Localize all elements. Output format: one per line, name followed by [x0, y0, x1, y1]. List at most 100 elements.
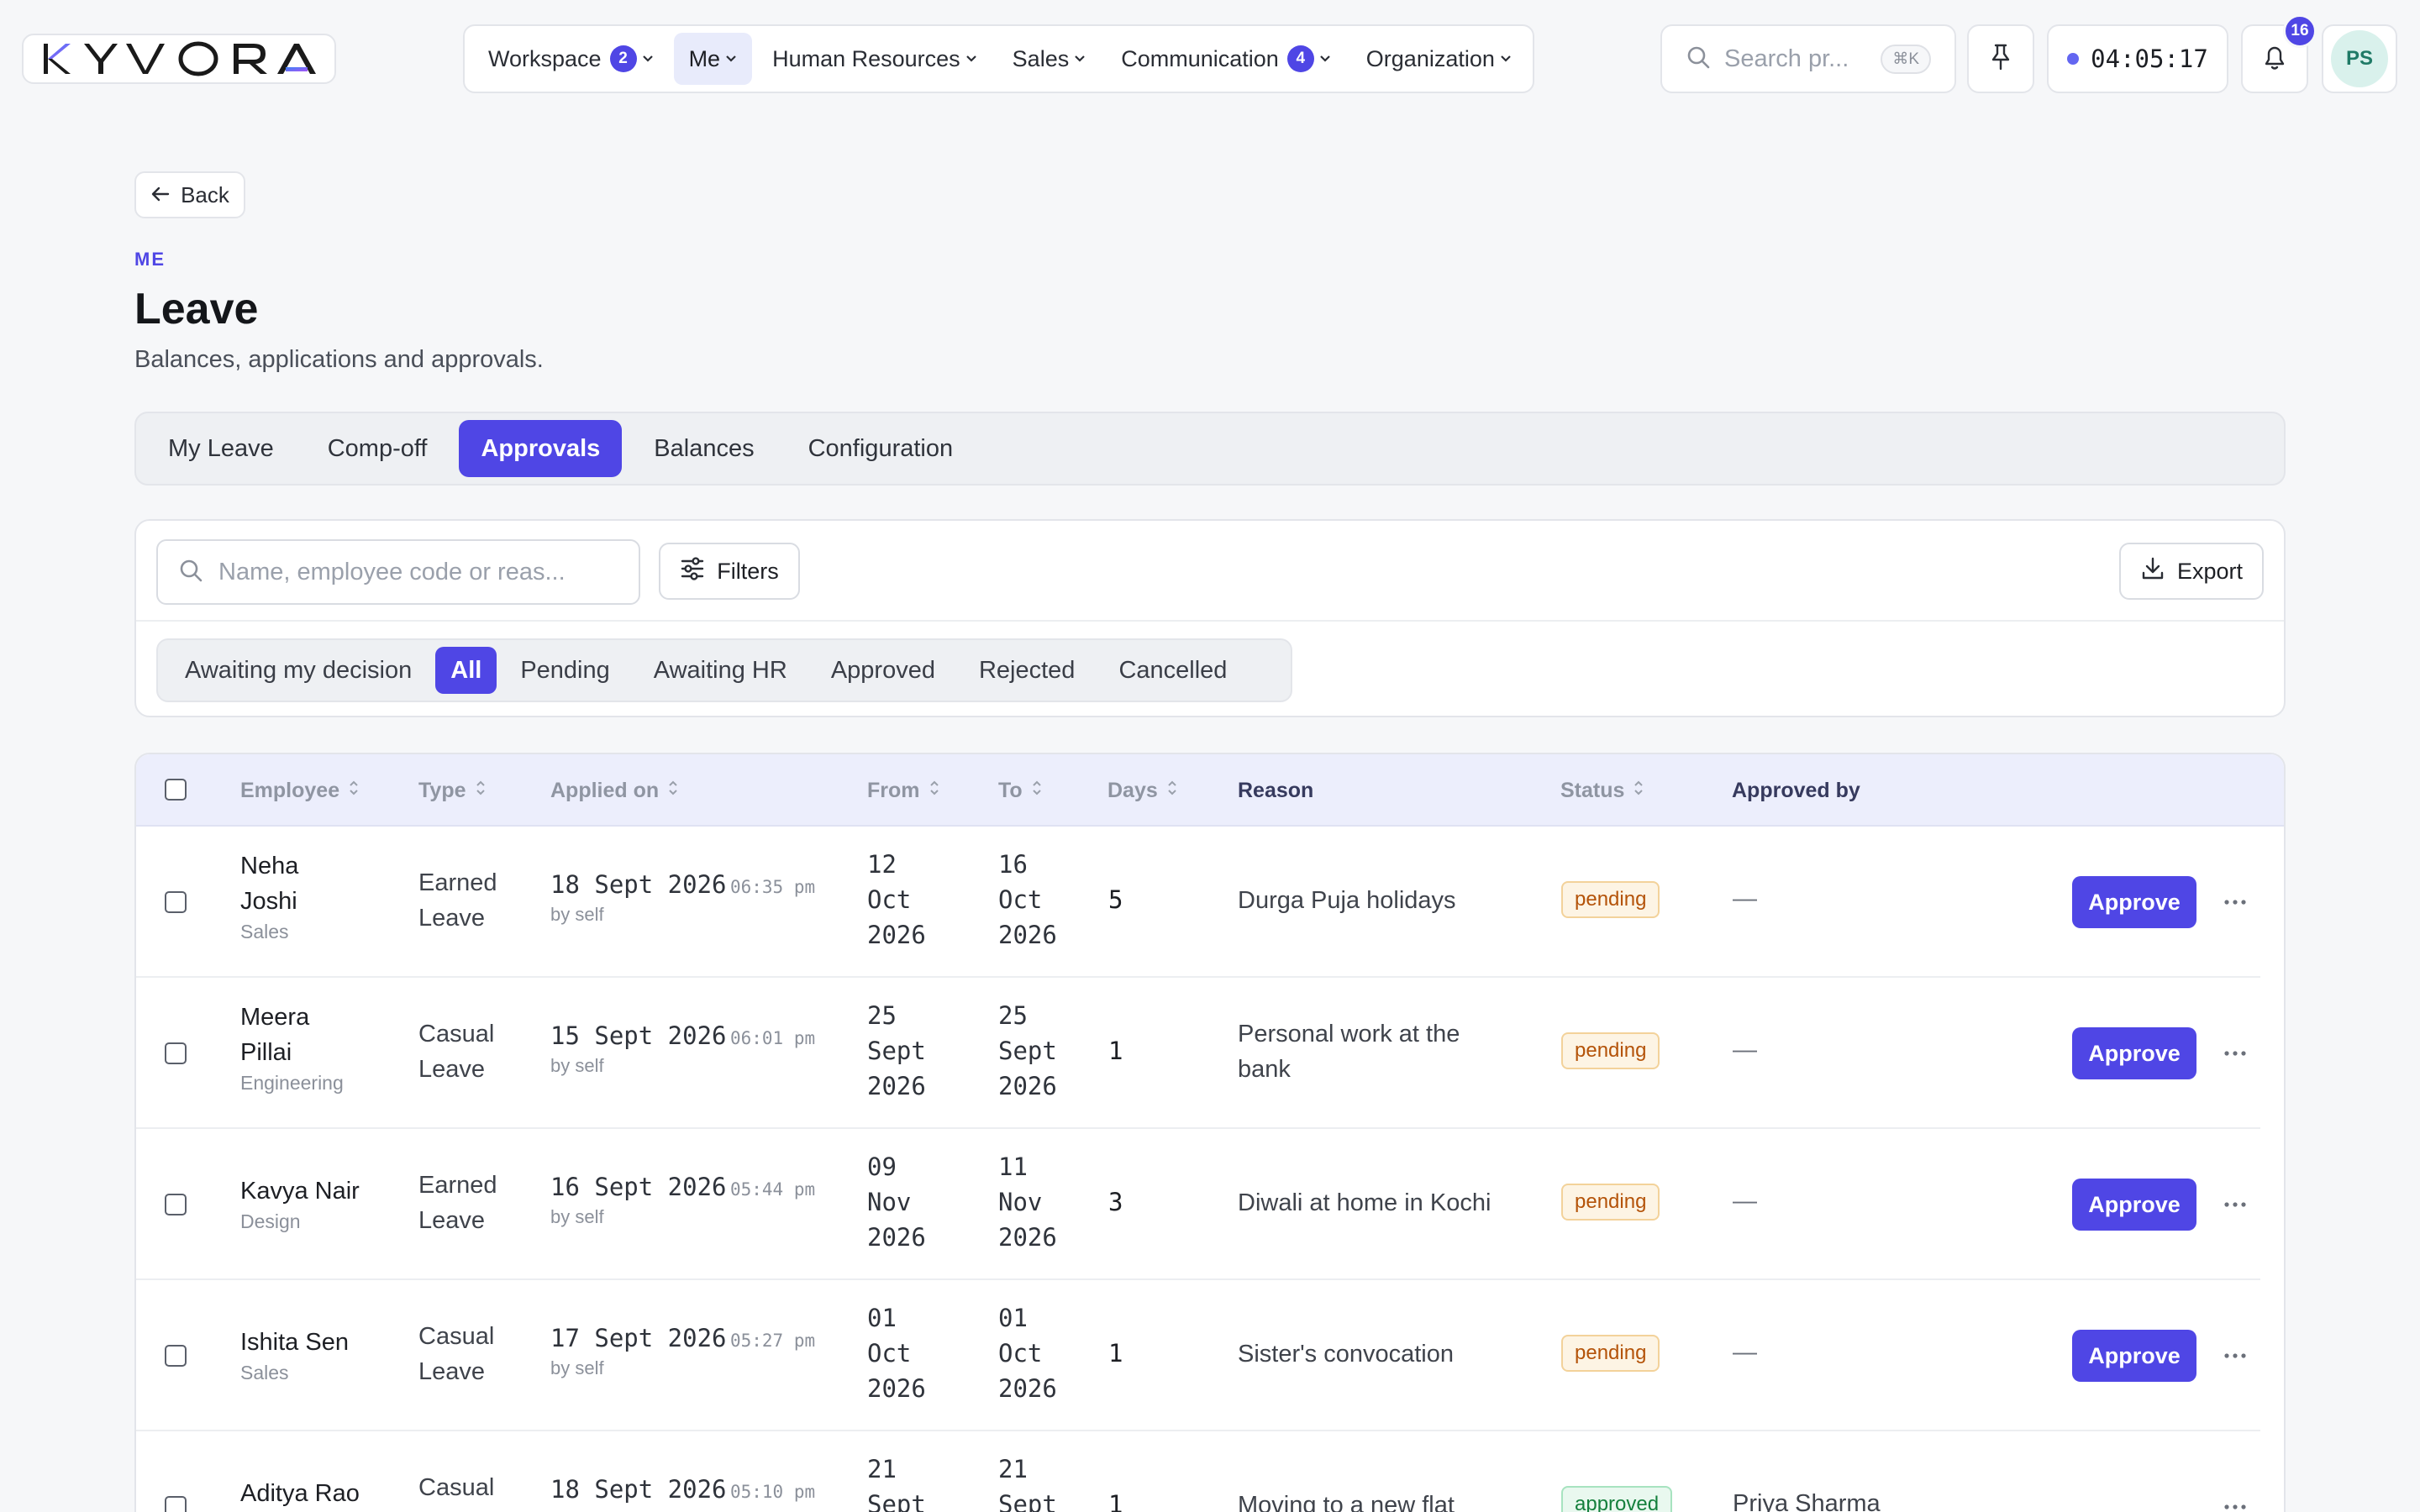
column-header-to[interactable]: To [998, 754, 1043, 827]
notifications-button[interactable]: 16 [2241, 14, 2317, 93]
approved-by: — [1733, 1188, 1757, 1215]
nav-item-sales[interactable]: Sales [997, 33, 1102, 85]
from-day: 01 [867, 1304, 897, 1332]
from-day: 21 [867, 1455, 897, 1483]
column-header-employee[interactable]: Employee [240, 754, 360, 827]
tab-balances[interactable]: Balances [632, 420, 776, 477]
approvals-search-input[interactable]: Name, employee code or reas... [156, 539, 640, 605]
more-actions-icon[interactable] [2218, 885, 2252, 919]
segment-cancelled[interactable]: Cancelled [1098, 647, 1247, 694]
tab-configuration[interactable]: Configuration [786, 420, 976, 477]
nav-item-me[interactable]: Me [673, 33, 753, 85]
nav-item-communication[interactable]: Communication 4 [1106, 33, 1346, 85]
row-checkbox[interactable] [165, 1042, 187, 1064]
employee-department: Design [240, 1210, 301, 1232]
page-title: Leave [134, 285, 259, 333]
from-day: 12 [867, 850, 897, 879]
table-row[interactable]: Neha Joshi Sales Earned Leave 18 Sept 20… [136, 827, 2260, 978]
row-checkbox[interactable] [165, 891, 187, 913]
days-count: 5 [1108, 885, 1123, 914]
table-row[interactable]: Meera Pillai Engineering Casual Leave 15… [136, 978, 2260, 1129]
row-checkbox[interactable] [165, 1194, 187, 1215]
from-date-cell: 21 Sept [867, 1452, 926, 1512]
leave-type: Casual [418, 1323, 495, 1350]
approve-button[interactable]: Approve [2072, 1330, 2196, 1382]
to-date-cell: 11 Nov 2026 [998, 1149, 1057, 1255]
table-header: Employee Type Applied on From To Days Re… [136, 754, 2284, 827]
column-header-days[interactable]: Days [1107, 754, 1178, 827]
from-year: 2026 [867, 1374, 926, 1403]
column-header-status[interactable]: Status [1560, 754, 1644, 827]
applied-date: 18 Sept 2026 [550, 870, 727, 899]
column-header-type[interactable]: Type [418, 754, 487, 827]
nav-item-workspace[interactable]: Workspace 2 [473, 33, 669, 85]
column-header-applied-on[interactable]: Applied on [550, 754, 679, 827]
export-button[interactable]: Export [2119, 543, 2264, 600]
to-year: 2026 [998, 1223, 1057, 1252]
page-subtitle: Balances, applications and approvals. [134, 346, 544, 373]
approved-by: — [1733, 1037, 1757, 1063]
employee-cell: Kavya Nair Design [240, 1173, 360, 1234]
approve-button[interactable]: Approve [2072, 1027, 2196, 1079]
filters-button[interactable]: Filters [659, 543, 800, 600]
table-row[interactable]: Ishita Sen Sales Casual Leave 17 Sept 20… [136, 1280, 2260, 1431]
nav-item-human-resources[interactable]: Human Resources [757, 33, 992, 85]
tab-approvals[interactable]: Approvals [459, 420, 623, 477]
table-row[interactable]: Aditya Rao Casual 18 Sept 2026 05:10 pm … [136, 1431, 2260, 1512]
brand-logo[interactable]: KYVORA [22, 34, 336, 84]
back-button[interactable]: Back [134, 171, 245, 218]
more-actions-icon[interactable] [2218, 1037, 2252, 1070]
chevron-down-icon [642, 55, 654, 63]
sort-icon [929, 779, 940, 803]
applied-by: by self [550, 1206, 604, 1227]
to-month: Oct [998, 1339, 1043, 1368]
segment-rejected[interactable]: Rejected [959, 647, 1095, 694]
from-month: Sept [867, 1490, 926, 1512]
nav-label: Workspace [488, 45, 602, 71]
applied-date: 18 Sept 2026 [550, 1475, 727, 1504]
chevron-down-icon [1074, 55, 1086, 63]
column-header-from[interactable]: From [867, 754, 940, 827]
leave-tabs: My Leave Comp-off Approvals Balances Con… [134, 412, 2286, 486]
type-cell: Casual Leave [418, 1319, 494, 1389]
reason-text: Durga Puja holidays [1238, 887, 1456, 914]
approve-button[interactable]: Approve [2072, 1179, 2196, 1231]
type-cell: Casual Leave [418, 1016, 494, 1087]
more-actions-icon[interactable] [2218, 1339, 2252, 1373]
table-row[interactable]: Kavya Nair Design Earned Leave 16 Sept 2… [136, 1129, 2260, 1280]
global-search[interactable]: Search pr... ⌘K [1660, 24, 1956, 93]
chevron-down-icon [965, 55, 977, 63]
attendance-timer[interactable]: 04:05:17 [2047, 24, 2228, 93]
sort-icon [1166, 779, 1178, 803]
divider [136, 620, 2284, 622]
segment-approved[interactable]: Approved [811, 647, 955, 694]
from-month: Sept [867, 1037, 926, 1065]
segment-awaiting-hr[interactable]: Awaiting HR [634, 647, 808, 694]
to-date-cell: 01 Oct 2026 [998, 1300, 1057, 1406]
approve-button[interactable]: Approve [2072, 876, 2196, 928]
from-year: 2026 [867, 921, 926, 949]
tab-my-leave[interactable]: My Leave [146, 420, 296, 477]
leave-type: Leave [418, 1056, 486, 1083]
select-all-checkbox[interactable] [165, 779, 187, 801]
applied-time: 05:27 pm [729, 1331, 816, 1351]
row-checkbox[interactable] [165, 1496, 187, 1512]
segment-all[interactable]: All [435, 647, 497, 694]
more-actions-icon[interactable] [2218, 1188, 2252, 1221]
notification-count-badge: 16 [2283, 14, 2317, 48]
user-menu-button[interactable]: PS [2322, 24, 2397, 93]
tab-comp-off[interactable]: Comp-off [306, 420, 450, 477]
to-date-cell: 16 Oct 2026 [998, 847, 1057, 953]
segment-awaiting-my-decision[interactable]: Awaiting my decision [165, 647, 432, 694]
applied-date: 17 Sept 2026 [550, 1324, 727, 1352]
leave-type: Casual [418, 1474, 495, 1501]
nav-item-organization[interactable]: Organization [1351, 33, 1527, 85]
applied-on-cell: 18 Sept 2026 05:10 pm [550, 1475, 815, 1504]
employee-cell: Neha Joshi Sales [240, 848, 298, 944]
row-checkbox[interactable] [165, 1345, 187, 1367]
more-actions-icon[interactable] [2218, 1490, 2252, 1512]
column-header-reason: Reason [1238, 754, 1313, 827]
pin-button[interactable] [1967, 24, 2034, 93]
segment-pending[interactable]: Pending [500, 647, 629, 694]
employee-department: Engineering [240, 1072, 344, 1094]
